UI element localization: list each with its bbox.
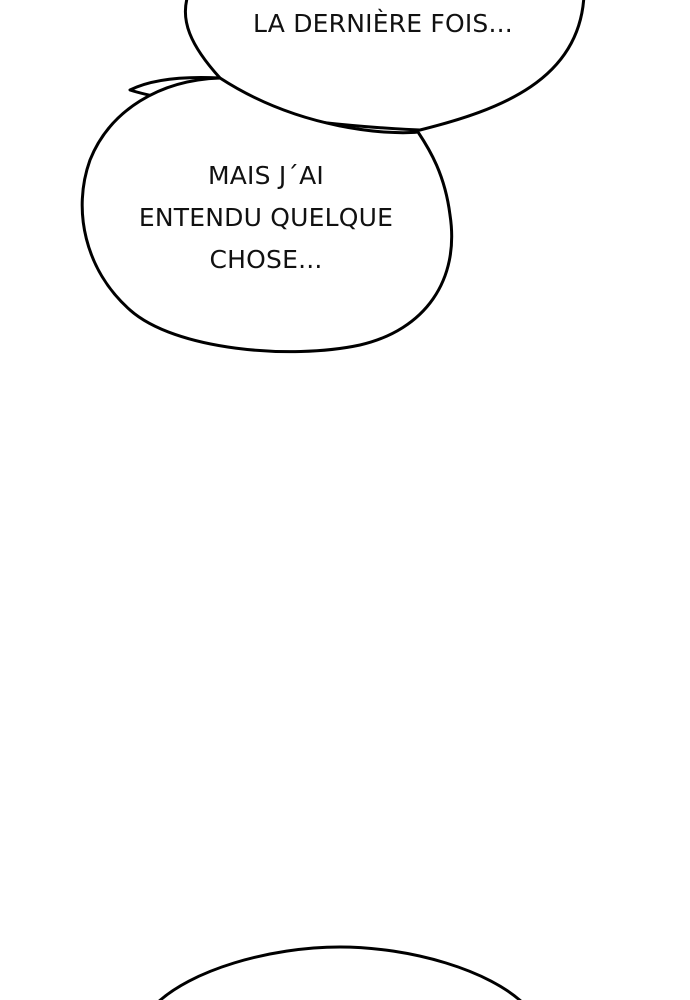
speech-bubble-top-line-1: LA DERNIÈRE FOIS... (253, 9, 513, 38)
speech-bubble-middle-line-2: ENTENDU QUELQUE (139, 203, 393, 232)
comic-panel: LA DERNIÈRE FOIS... MAIS J´AI ENTENDU QU… (80, 0, 585, 1000)
speech-bubble-middle-line-1: MAIS J´AI (208, 161, 324, 190)
speech-bubble-middle-line-3: CHOSE... (209, 245, 322, 274)
speech-bubble-bottom-outline (158, 945, 522, 1000)
speech-bubble-bottom (158, 945, 522, 1000)
